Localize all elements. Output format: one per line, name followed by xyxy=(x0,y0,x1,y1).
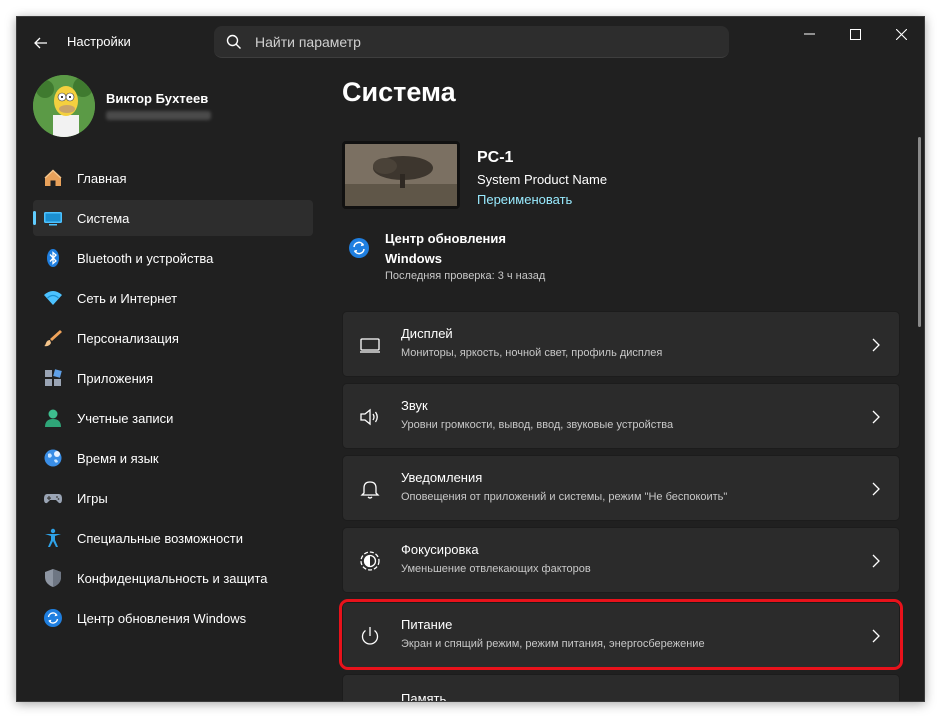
search-placeholder: Найти параметр xyxy=(255,33,361,50)
focus-icon xyxy=(360,551,380,571)
sidebar-item-label: Специальные возможности xyxy=(77,530,243,546)
user-name: Виктор Бухтеев xyxy=(106,91,209,106)
chevron-right-icon xyxy=(872,482,880,496)
globe-icon xyxy=(43,448,63,468)
wifi-icon xyxy=(43,288,63,308)
home-icon xyxy=(43,168,63,188)
card-description: Уменьшение отвлекающих факторов xyxy=(401,563,591,575)
minimize-button[interactable] xyxy=(797,25,821,43)
bell-icon xyxy=(360,481,380,499)
update-icon xyxy=(349,238,369,258)
user-email-redacted xyxy=(106,111,211,120)
apps-icon xyxy=(43,368,63,388)
chevron-right-icon xyxy=(872,554,880,568)
sidebar-item-accessibility[interactable]: Специальные возможности xyxy=(33,520,313,556)
rename-link[interactable]: Переименовать xyxy=(477,192,572,207)
bluetooth-icon xyxy=(43,248,63,268)
back-arrow-icon xyxy=(34,37,47,49)
sidebar-item-label: Bluetooth и устройства xyxy=(77,250,214,266)
sidebar-item-label: Главная xyxy=(77,170,127,186)
card-display[interactable]: Дисплей Мониторы, яркость, ночной свет, … xyxy=(342,311,900,377)
sidebar-item-time-language[interactable]: Время и язык xyxy=(33,440,313,476)
sidebar-item-label: Конфиденциальность и защита xyxy=(77,570,268,586)
sidebar-item-gaming[interactable]: Игры xyxy=(33,480,313,516)
page-title: Система xyxy=(342,77,456,107)
card-title: Звук xyxy=(401,398,428,413)
chevron-right-icon xyxy=(872,410,880,424)
minimize-icon xyxy=(803,33,815,35)
settings-window: Настройки Найти параметр Виктор Бухтеев … xyxy=(16,16,925,702)
back-button[interactable] xyxy=(29,31,53,55)
card-description: Мониторы, яркость, ночной свет, профиль … xyxy=(401,347,663,359)
search-icon xyxy=(226,34,241,49)
chevron-right-icon xyxy=(872,338,880,352)
pc-name: PC-1 xyxy=(477,149,514,166)
sidebar-item-label: Система xyxy=(77,210,130,226)
sidebar-item-apps[interactable]: Приложения xyxy=(33,360,313,396)
sidebar-nav: Главная Система Bluetooth и устройства С… xyxy=(33,160,313,640)
brush-icon xyxy=(43,328,63,348)
card-title: Питание xyxy=(401,617,453,632)
speaker-icon xyxy=(360,408,378,426)
pc-model: System Product Name xyxy=(477,172,608,187)
shield-icon xyxy=(43,568,63,588)
sidebar-item-label: Сеть и Интернет xyxy=(77,290,178,306)
system-icon xyxy=(43,208,63,228)
card-title: Фокусировка xyxy=(401,542,479,557)
sidebar-item-bluetooth[interactable]: Bluetooth и устройства xyxy=(33,240,313,276)
sidebar-item-label: Время и язык xyxy=(77,450,159,466)
card-focus[interactable]: Фокусировка Уменьшение отвлекающих факто… xyxy=(342,527,900,593)
card-notifications[interactable]: Уведомления Оповещения от приложений и с… xyxy=(342,455,900,521)
card-storage[interactable]: Память xyxy=(342,674,900,702)
sidebar-item-label: Игры xyxy=(77,490,108,506)
accessibility-icon xyxy=(43,528,63,548)
sidebar-item-personalization[interactable]: Персонализация xyxy=(33,320,313,356)
sidebar-item-accounts[interactable]: Учетные записи xyxy=(33,400,313,436)
windows-update-link[interactable]: Центр обновления Windows xyxy=(385,229,545,269)
card-title: Дисплей xyxy=(401,326,453,341)
sidebar-item-home[interactable]: Главная xyxy=(33,160,313,196)
chevron-right-icon xyxy=(872,629,880,643)
sidebar-item-privacy[interactable]: Конфиденциальность и защита xyxy=(33,560,313,596)
update-last-check: Последняя проверка: 3 ч назад xyxy=(385,270,546,282)
update-icon xyxy=(43,608,63,628)
maximize-icon xyxy=(849,28,861,40)
card-power[interactable]: Питание Экран и спящий режим, режим пита… xyxy=(342,602,900,668)
power-icon xyxy=(361,627,379,645)
maximize-button[interactable] xyxy=(843,25,867,43)
sidebar-item-network[interactable]: Сеть и Интернет xyxy=(33,280,313,316)
avatar xyxy=(33,75,95,137)
title-bar: Настройки Найти параметр xyxy=(17,17,924,65)
card-title: Уведомления xyxy=(401,470,483,485)
app-title: Настройки xyxy=(67,34,131,49)
card-description: Уровни громкости, вывод, ввод, звуковые … xyxy=(401,419,674,431)
card-description: Оповещения от приложений и системы, режи… xyxy=(401,491,728,503)
close-button[interactable] xyxy=(889,25,913,43)
account-icon xyxy=(43,408,63,428)
scrollbar[interactable] xyxy=(918,137,921,327)
card-sound[interactable]: Звук Уровни громкости, вывод, ввод, звук… xyxy=(342,383,900,449)
display-icon xyxy=(360,338,380,353)
sidebar-item-label: Учетные записи xyxy=(77,410,174,426)
card-title: Память xyxy=(401,691,447,702)
sidebar-item-label: Центр обновления Windows xyxy=(77,610,247,626)
sidebar-item-system[interactable]: Система xyxy=(33,200,313,236)
gamepad-icon xyxy=(43,488,63,508)
card-description: Экран и спящий режим, режим питания, эне… xyxy=(401,638,705,650)
close-icon xyxy=(895,28,907,40)
sidebar-item-windows-update[interactable]: Центр обновления Windows xyxy=(33,600,313,636)
search-input[interactable]: Найти параметр xyxy=(214,26,729,58)
sidebar-item-label: Персонализация xyxy=(77,330,179,346)
sidebar-item-label: Приложения xyxy=(77,370,154,386)
pc-wallpaper-thumbnail xyxy=(342,141,460,209)
